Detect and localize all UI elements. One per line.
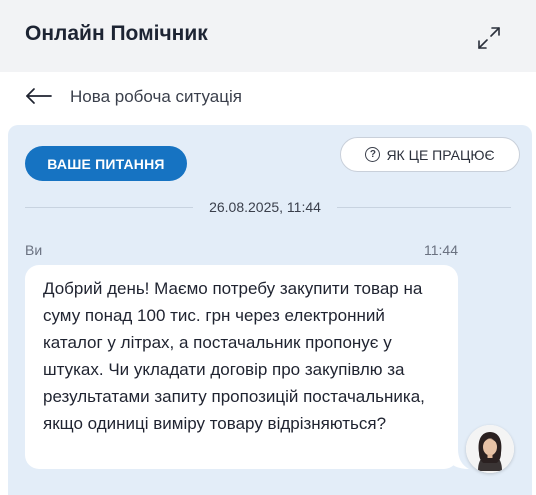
- message-sender: Ви: [25, 242, 43, 258]
- expand-arrows-icon: [478, 27, 500, 49]
- your-question-button[interactable]: ВАШЕ ПИТАННЯ: [25, 146, 187, 181]
- message-text: Добрий день! Маємо потребу закупити това…: [43, 279, 425, 433]
- back-button[interactable]: [24, 84, 54, 108]
- message-bubble: Добрий день! Маємо потребу закупити това…: [25, 265, 458, 469]
- message-time: 11:44: [424, 242, 458, 258]
- date-divider: 26.08.2025, 11:44: [209, 199, 321, 215]
- question-circle-icon: ?: [365, 147, 381, 162]
- divider-line-left: [25, 207, 193, 208]
- conversation-title: Нова робоча ситуація: [70, 87, 242, 106]
- app-title: Онлайн Помічник: [25, 22, 208, 45]
- arrow-left-icon: [26, 88, 52, 104]
- divider-line-right: [337, 207, 511, 208]
- user-avatar-icon: [466, 425, 514, 473]
- how-it-works-button[interactable]: ? ЯК ЦЕ ПРАЦЮЄ: [340, 137, 520, 172]
- app-header: Онлайн Помічник: [0, 0, 536, 72]
- expand-button[interactable]: [475, 24, 503, 52]
- how-it-works-label: ЯК ЦЕ ПРАЦЮЄ: [386, 146, 495, 163]
